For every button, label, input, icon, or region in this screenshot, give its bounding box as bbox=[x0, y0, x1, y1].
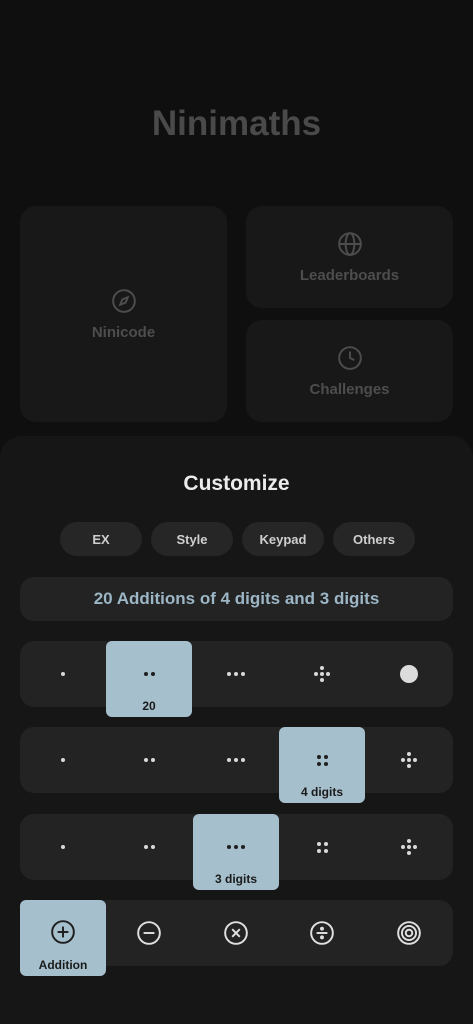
four-dots-icon bbox=[316, 754, 328, 766]
operation-addition[interactable]: Addition bbox=[20, 900, 106, 976]
leaderboards-tile[interactable]: Leaderboards bbox=[246, 206, 453, 308]
count-selector: 20 bbox=[20, 641, 453, 717]
tab-others[interactable]: Others bbox=[333, 522, 415, 556]
digits-b-option-4[interactable] bbox=[279, 814, 365, 880]
operation-selected-label: Addition bbox=[38, 958, 88, 972]
five-dots-icon bbox=[401, 752, 417, 768]
globe-icon bbox=[337, 231, 362, 256]
customize-sheet: Customize EX Style Keypad Others 20 Addi… bbox=[0, 436, 473, 1024]
filled-circle-icon bbox=[400, 665, 418, 683]
digits-selector-a: 4 digits bbox=[20, 727, 453, 803]
customize-tabs: EX Style Keypad Others bbox=[60, 522, 415, 556]
challenges-tile[interactable]: Challenges bbox=[246, 320, 453, 422]
ninicode-tile[interactable]: Ninicode bbox=[20, 206, 227, 422]
sheet-title: Customize bbox=[183, 472, 290, 495]
tab-style[interactable]: Style bbox=[151, 522, 233, 556]
summary-banner: 20 Additions of 4 digits and 3 digits bbox=[20, 577, 453, 621]
five-dots-icon bbox=[314, 666, 330, 682]
one-dot-icon bbox=[61, 672, 65, 676]
two-dots-icon bbox=[143, 672, 155, 676]
clock-icon bbox=[337, 345, 362, 370]
digits-a-option-3[interactable] bbox=[193, 727, 279, 793]
compass-icon bbox=[111, 288, 136, 313]
digits-b-option-5[interactable] bbox=[366, 814, 452, 880]
count-option-1[interactable] bbox=[20, 641, 106, 707]
count-option-3[interactable] bbox=[193, 641, 279, 707]
three-dots-icon bbox=[227, 672, 245, 676]
digits-a-option-1[interactable] bbox=[20, 727, 106, 793]
operation-subtraction[interactable] bbox=[106, 900, 192, 966]
digits-b-option-3[interactable]: 3 digits bbox=[193, 814, 279, 890]
one-dot-icon bbox=[61, 758, 65, 762]
digits-b-option-1[interactable] bbox=[20, 814, 106, 880]
tab-keypad[interactable]: Keypad bbox=[242, 522, 324, 556]
digits-a-option-5[interactable] bbox=[366, 727, 452, 793]
count-option-2[interactable]: 20 bbox=[106, 641, 192, 717]
app-title: Ninimaths bbox=[151, 104, 322, 143]
operation-selector: Addition bbox=[20, 900, 453, 976]
operation-division[interactable] bbox=[279, 900, 365, 966]
plus-circle-icon bbox=[51, 920, 75, 944]
operation-multiplication[interactable] bbox=[193, 900, 279, 966]
one-dot-icon bbox=[61, 845, 65, 849]
divide-circle-icon bbox=[310, 921, 334, 945]
operation-mixed[interactable] bbox=[366, 900, 452, 966]
five-dots-icon bbox=[401, 839, 417, 855]
digits-selector-b: 3 digits bbox=[20, 814, 453, 890]
two-dots-icon bbox=[143, 845, 155, 849]
digits-a-selected-label: 4 digits bbox=[300, 785, 343, 799]
four-dots-icon bbox=[316, 841, 328, 853]
target-icon bbox=[397, 921, 421, 945]
digits-b-selected-label: 3 digits bbox=[214, 872, 257, 886]
digits-a-option-4[interactable]: 4 digits bbox=[279, 727, 365, 803]
minus-circle-icon bbox=[137, 921, 161, 945]
ninicode-label: Ninicode bbox=[91, 323, 156, 341]
digits-a-option-2[interactable] bbox=[106, 727, 192, 793]
count-option-5[interactable] bbox=[366, 641, 452, 707]
digits-b-option-2[interactable] bbox=[106, 814, 192, 880]
three-dots-icon bbox=[227, 845, 245, 849]
three-dots-icon bbox=[227, 758, 245, 762]
challenges-label: Challenges bbox=[309, 380, 390, 398]
count-selected-label: 20 bbox=[142, 699, 156, 713]
leaderboards-label: Leaderboards bbox=[299, 266, 400, 284]
two-dots-icon bbox=[143, 758, 155, 762]
times-circle-icon bbox=[224, 921, 248, 945]
count-option-4[interactable] bbox=[279, 641, 365, 707]
tab-ex[interactable]: EX bbox=[60, 522, 142, 556]
